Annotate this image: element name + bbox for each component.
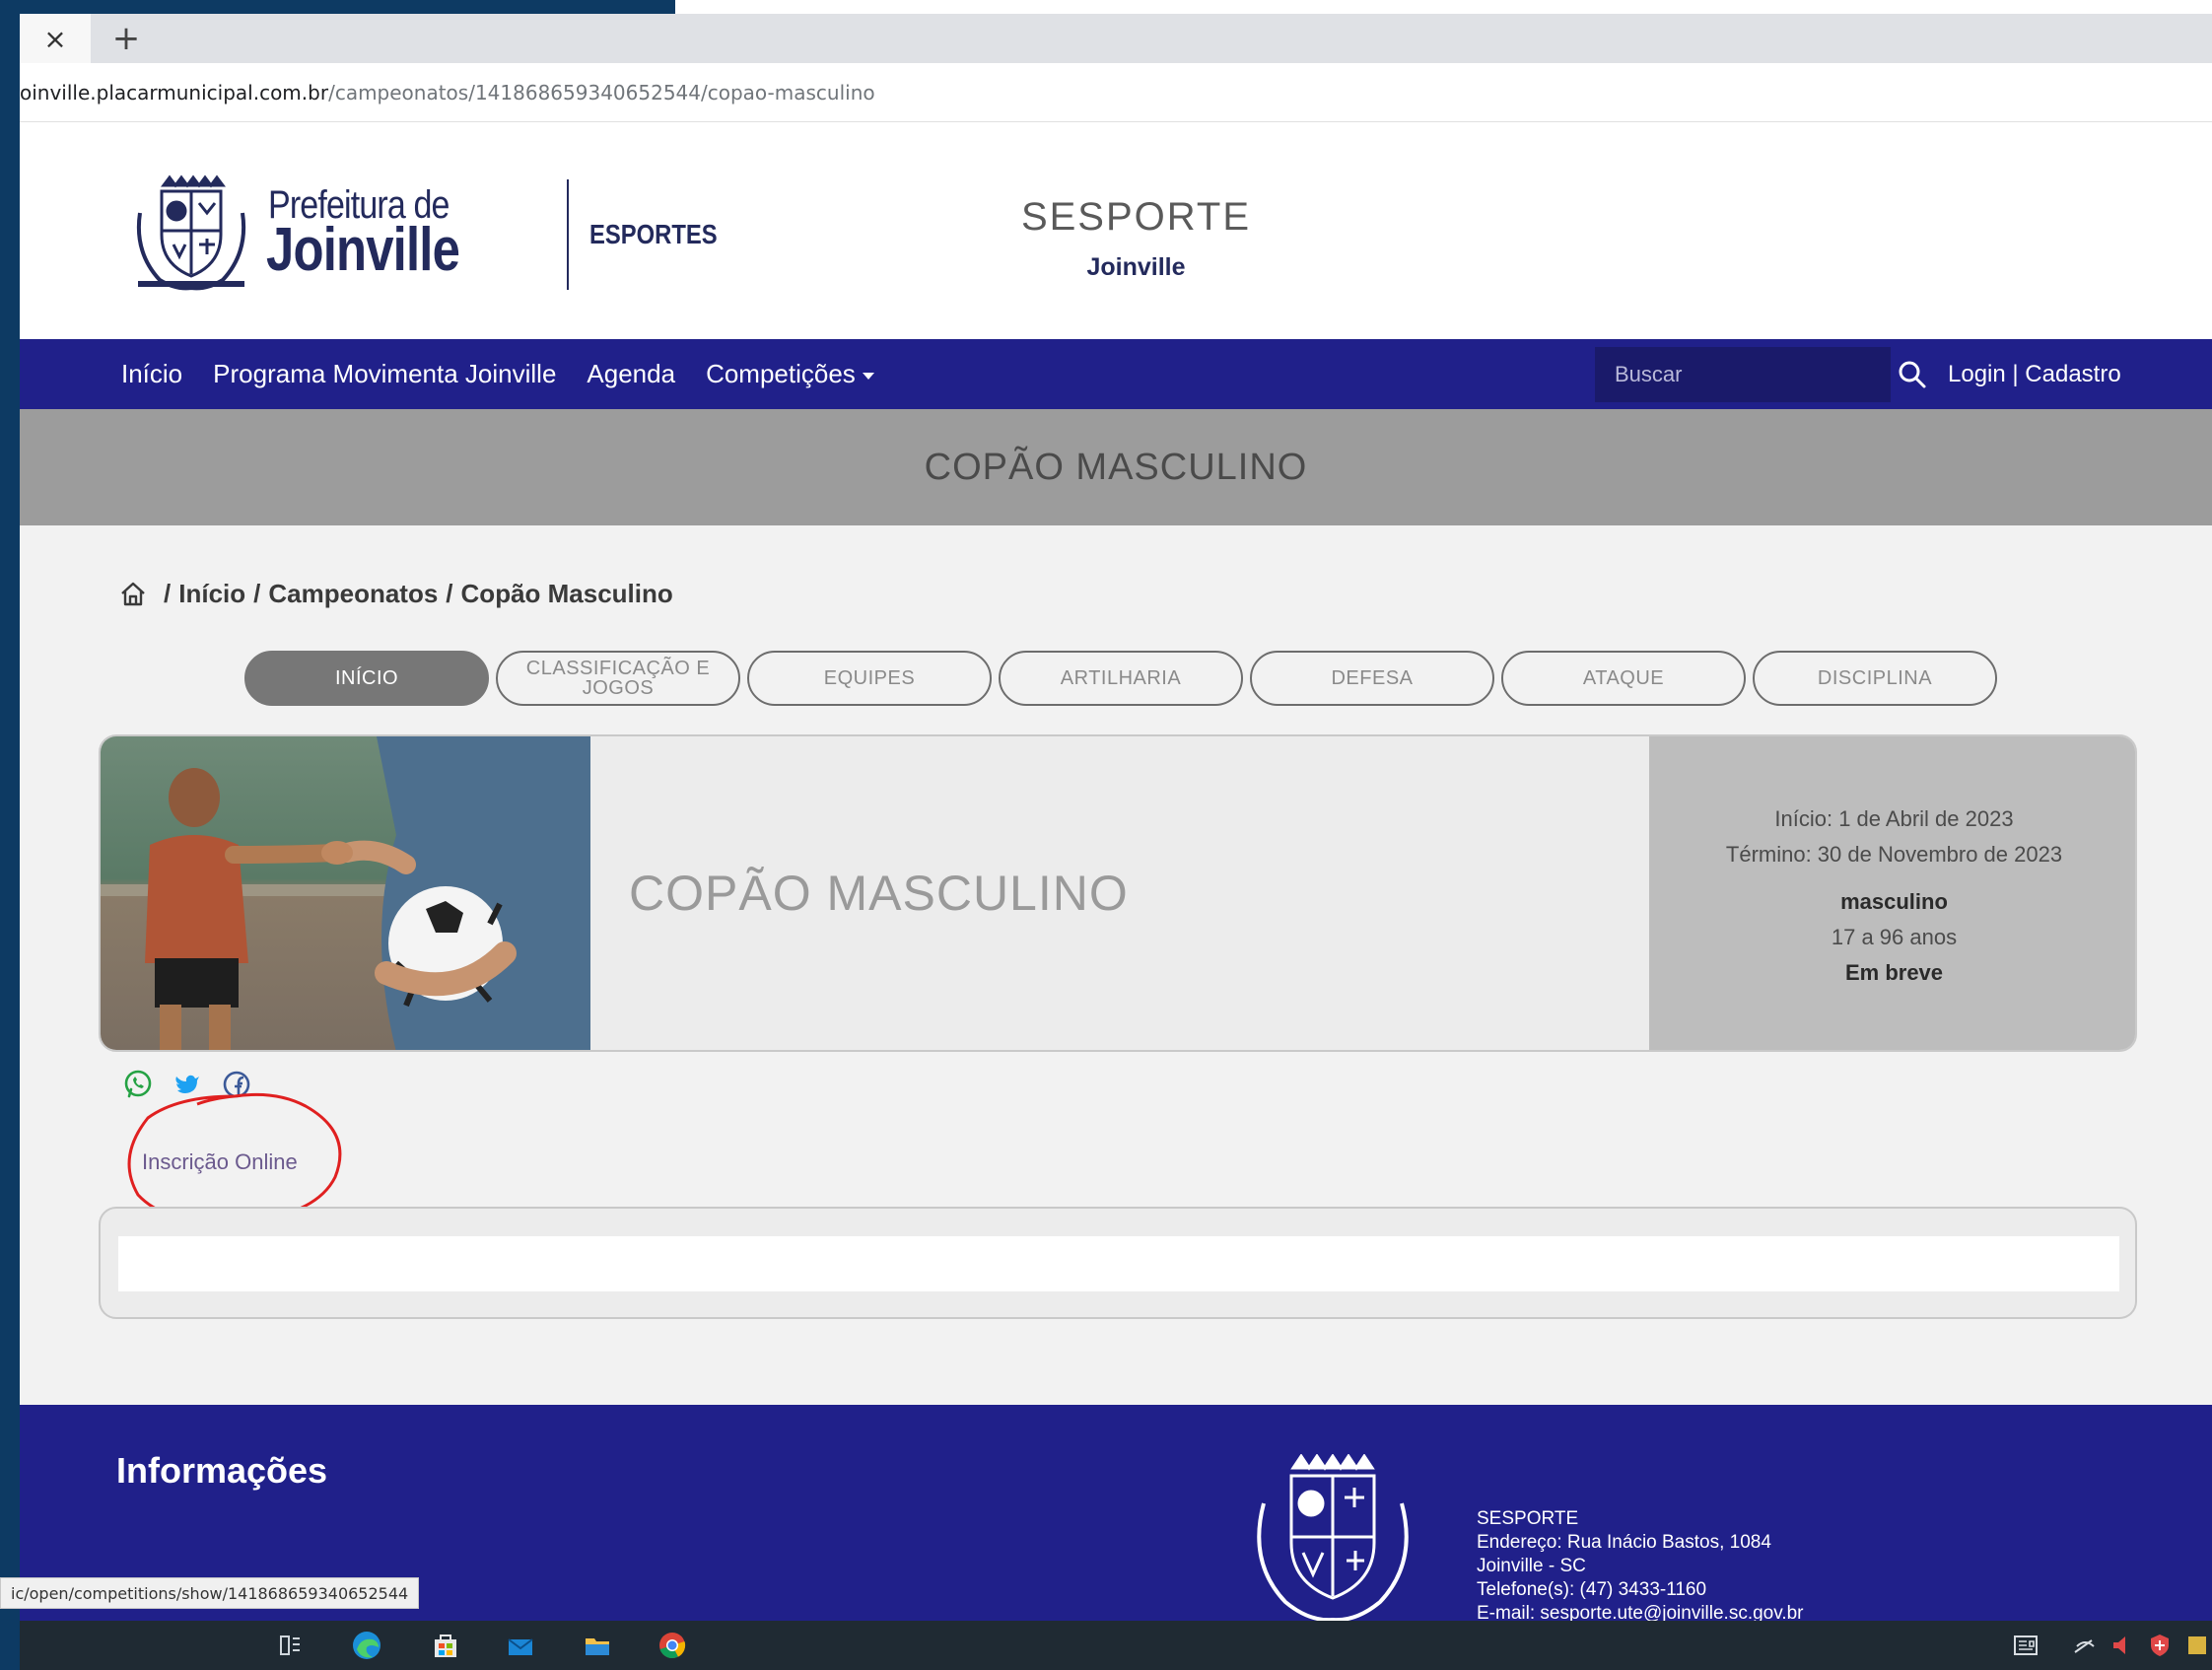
event-gender: masculino [1840, 889, 1948, 914]
store-icon[interactable] [430, 1630, 461, 1661]
url-path: /campeonatos/141868659340652544/copao-ma… [328, 80, 875, 104]
footer-org: SESPORTE [1477, 1508, 1579, 1529]
tab-defesa[interactable]: DEFESA [1250, 651, 1494, 706]
joinville-crest-icon [136, 174, 246, 291]
logo-line2: Joinville [266, 216, 460, 284]
desktop-background-top [0, 0, 2212, 14]
title-band: COPÃO MASCULINO [20, 409, 2212, 525]
nav-competicoes[interactable]: Competições [706, 359, 874, 389]
logo-esportes: ESPORTES [589, 219, 718, 249]
event-card: COPÃO MASCULINO Início: 1 de Abril de 20… [99, 734, 2137, 1052]
url-host: oinville.placarmunicipal.com.br [20, 80, 329, 104]
event-info-panel: Início: 1 de Abril de 2023 Término: 30 d… [1649, 736, 2135, 1050]
competition-tabs: INÍCIO CLASSIFICAÇÃO E JOGOS EQUIPES ART… [244, 651, 1997, 706]
top-strip [675, 0, 2212, 14]
event-photo [101, 736, 590, 1050]
site-header: Prefeitura de Joinville ESPORTES SESPORT… [20, 122, 2212, 339]
status-link-preview: ic/open/competitions/show/14186865934065… [0, 1577, 420, 1609]
tab-artilharia[interactable]: ARTILHARIA [999, 651, 1243, 706]
main-nav: Início Programa Movimenta Joinville Agen… [20, 339, 2212, 409]
inscricao-online-link[interactable]: Inscrição Online [142, 1149, 298, 1175]
footer-phone: Telefone(s): (47) 3433-1160 [1477, 1579, 1707, 1600]
nav-agenda[interactable]: Agenda [587, 359, 675, 389]
nav-programa-movimenta[interactable]: Programa Movimenta Joinville [213, 359, 556, 389]
footer-crest-icon [1257, 1454, 1409, 1621]
browser-window: × + oinville.placarmunicipal.com.br/camp… [20, 14, 2212, 1621]
tab-strip: × + [20, 14, 2212, 63]
breadcrumb-campeonatos[interactable]: Campeonatos [268, 579, 438, 609]
news-widget-icon[interactable] [2013, 1633, 2039, 1658]
tray-app-icon[interactable] [2184, 1633, 2210, 1658]
mail-icon[interactable] [505, 1630, 536, 1661]
event-status: Em breve [1844, 960, 1944, 985]
brand-title: SESPORTE [1020, 195, 1252, 239]
footer-address: Endereço: Rua Inácio Bastos, 1084 [1477, 1532, 1771, 1553]
breadcrumb-separator: / [446, 578, 453, 608]
tab-classificacao-jogos[interactable]: CLASSIFICAÇÃO E JOGOS [496, 651, 740, 706]
brand-subtitle: Joinville [1086, 253, 1186, 281]
footer-contact: SESPORTE Endereço: Rua Inácio Bastos, 10… [1477, 1507, 1804, 1621]
breadcrumb-separator: / [164, 578, 172, 608]
logo-divider [567, 179, 569, 290]
security-icon[interactable] [2147, 1633, 2173, 1658]
tab-inicio[interactable]: INÍCIO [244, 651, 489, 706]
event-age: 17 a 96 anos [1831, 925, 1958, 949]
caret-down-icon [862, 372, 874, 380]
search-placeholder: Buscar [1615, 362, 1683, 386]
event-name: COPÃO MASCULINO [629, 866, 1129, 921]
file-explorer-icon[interactable] [582, 1630, 613, 1661]
address-bar[interactable]: oinville.placarmunicipal.com.br/campeona… [20, 63, 2212, 122]
content-box-inner [118, 1236, 2119, 1291]
edge-browser-icon[interactable] [351, 1630, 382, 1661]
breadcrumb-separator: / [253, 578, 261, 608]
prefeitura-logo[interactable]: Prefeitura de Joinville ESPORTES [130, 174, 718, 296]
search-icon[interactable] [1897, 359, 1928, 390]
chrome-icon[interactable] [657, 1630, 688, 1661]
event-start: Início: 1 de Abril de 2023 [1774, 806, 2014, 831]
search-input[interactable]: Buscar [1595, 347, 1891, 402]
breadcrumb: / Início / Campeonatos / Copão Masculino [118, 574, 673, 613]
footer-heading: Informações [116, 1450, 328, 1491]
network-icon[interactable] [2072, 1633, 2098, 1658]
footer-city: Joinville - SC [1477, 1556, 1586, 1576]
new-tab-button[interactable]: + [104, 14, 148, 63]
task-view-icon[interactable] [274, 1630, 306, 1661]
footer-email[interactable]: E-mail: sesporte.ute@joinville.sc.gov.br [1477, 1602, 1804, 1621]
content-box [99, 1207, 2137, 1319]
tab-disciplina[interactable]: DISCIPLINA [1753, 651, 1997, 706]
tab-close-button[interactable]: × [20, 14, 91, 63]
nav-competicoes-label: Competições [706, 359, 856, 388]
tab-equipes[interactable]: EQUIPES [747, 651, 992, 706]
login-link[interactable]: Login | Cadastro [1948, 339, 2121, 409]
breadcrumb-current: Copão Masculino [460, 578, 673, 608]
event-end: Término: 30 de Novembro de 2023 [1725, 842, 2063, 867]
volume-icon[interactable] [2109, 1633, 2135, 1658]
taskbar [20, 1621, 2212, 1670]
brand-center: SESPORTE Joinville [907, 195, 1365, 282]
page-title: COPÃO MASCULINO [924, 446, 1308, 488]
home-icon[interactable] [118, 579, 148, 608]
breadcrumb-inicio[interactable]: Início [178, 579, 245, 609]
tab-ataque[interactable]: ATAQUE [1501, 651, 1746, 706]
nav-inicio[interactable]: Início [121, 359, 182, 389]
